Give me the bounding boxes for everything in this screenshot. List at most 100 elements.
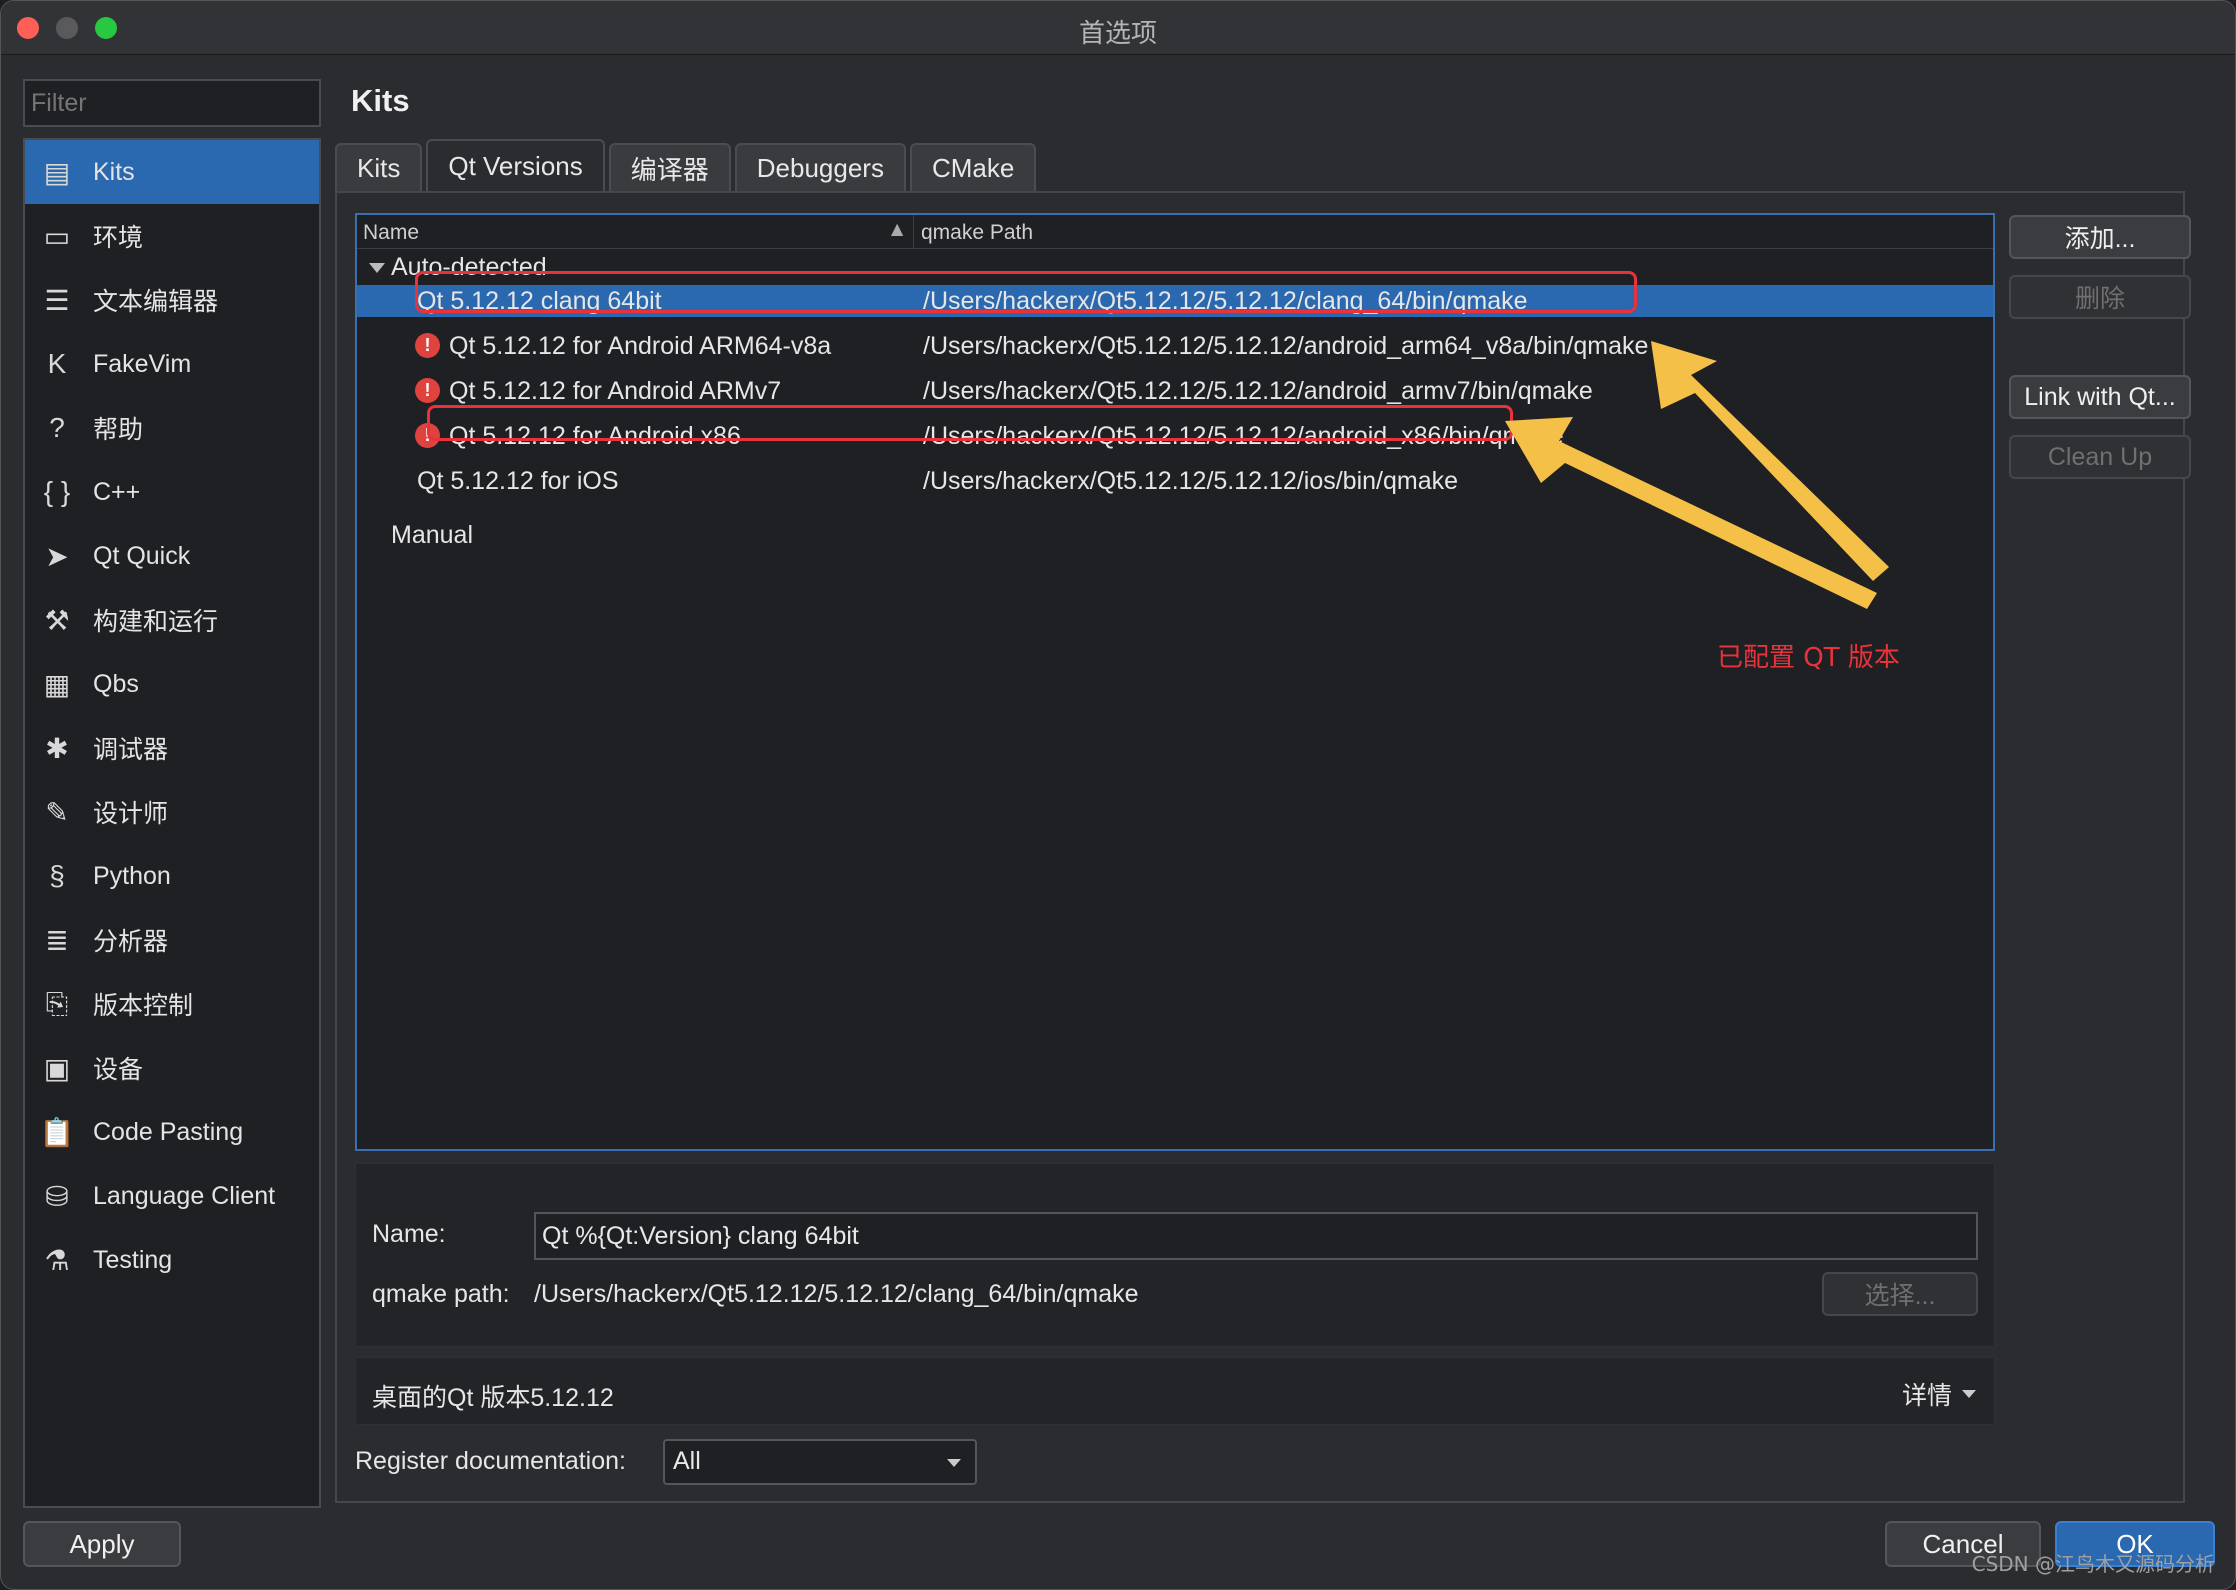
monitor-icon: ▭ (43, 220, 71, 252)
qt-version-name: Qt 5.12.12 for iOS (417, 467, 619, 495)
text-editor-icon: ☰ (44, 284, 70, 316)
qt-version-name: Qt 5.12.12 clang 64bit (417, 287, 662, 315)
remove-button[interactable]: 删除 (2009, 275, 2191, 319)
version-summary: 桌面的Qt 版本5.12.12 详情 (355, 1357, 1995, 1425)
link-with-qt-button[interactable]: Link with Qt... (2009, 375, 2191, 419)
flask-icon: ⚗ (44, 1244, 70, 1276)
tab-qt-versions[interactable]: Qt Versions (426, 139, 605, 191)
tab-debuggers[interactable]: Debuggers (734, 143, 906, 191)
group-manual[interactable]: Manual (357, 519, 1993, 551)
paper-plane-icon: ➤ (45, 540, 69, 572)
sidebar-item-label: Qbs (93, 669, 139, 698)
register-documentation-value: All (673, 1447, 701, 1475)
column-header-name[interactable]: Name (363, 221, 419, 245)
preferences-window: 首选项 ▤ Kits ▭ 环境 ☰ 文本编辑器 K FakeVim? 帮助 { } C++ ➤ Qt Q… (0, 0, 2236, 1590)
qt-version-row[interactable]: Qt 5.12.12 for iOS/Users/hackerx/Qt5.12.… (357, 465, 1993, 497)
sidebar-item-fakevim[interactable]: K FakeVim (25, 332, 319, 396)
name-label: Name: (372, 1220, 446, 1248)
sidebar-item-c[interactable]: { } C++ (25, 460, 319, 524)
annotation-label: 已配置 QT 版本 (1717, 643, 1900, 673)
qt-version-row[interactable]: ! Qt 5.12.12 for Android ARM64-v8a/Users/… (357, 330, 1993, 362)
bug-icon: ✱ (45, 732, 69, 764)
group-auto-detected[interactable]: Auto-detected (357, 251, 1993, 283)
qt-version-qmake-path: /Users/hackerx/Qt5.12.12/5.12.12/clang_6… (923, 287, 1528, 315)
qt-version-name: Qt 5.12.12 for Android x86 (449, 422, 741, 450)
tab-bar: Kits Qt Versions 编译器 Debuggers CMake (335, 139, 1040, 193)
summary-text: 桌面的Qt 版本5.12.12 (372, 1384, 614, 1412)
help-icon: ? (49, 412, 65, 443)
sidebar-item-label: 文本编辑器 (93, 288, 219, 316)
dropdown-arrow-icon (947, 1459, 961, 1467)
sidebar-item-[interactable]: ▭ 环境 (25, 204, 319, 268)
sidebar-item-[interactable]: ? 帮助 (25, 396, 319, 460)
page-title: Kits (351, 83, 410, 118)
language-client-icon: ⛁ (45, 1180, 69, 1212)
sidebar-item-qt-quick[interactable]: ➤ Qt Quick (25, 524, 319, 588)
sidebar-item-[interactable]: ⎘ 版本控制 (25, 972, 319, 1036)
analyzer-icon: ≣ (45, 924, 69, 956)
sidebar-item-label: 设计师 (93, 800, 169, 828)
warning-icon: ! (415, 378, 440, 403)
version-name-input[interactable] (534, 1212, 1978, 1260)
kits-icon: ▤ (43, 156, 71, 188)
details-toggle[interactable]: 详情 (1902, 1376, 1976, 1412)
qt-version-row[interactable]: ! Qt 5.12.12 for Android ARMv7/Users/hack… (357, 375, 1993, 407)
details-panel: Name: qmake path: /Users/hackerx/Qt5.12.… (355, 1163, 1995, 1347)
apply-button[interactable]: Apply (23, 1521, 181, 1567)
sidebar-item-[interactable]: ≣ 分析器 (25, 908, 319, 972)
clipboard-icon: 📋 (39, 1116, 75, 1148)
sidebar-item-label: Testing (93, 1245, 173, 1274)
add-button[interactable]: 添加... (2009, 215, 2191, 259)
sidebar-item-label: Language Client (93, 1181, 276, 1210)
sidebar-item-python[interactable]: § Python (25, 844, 319, 908)
sidebar-item-[interactable]: ⚒ 构建和运行 (25, 588, 319, 652)
sidebar-item-kits[interactable]: ▤ Kits (25, 140, 319, 204)
device-icon: ▣ (43, 1052, 71, 1084)
pencil-icon: ✎ (45, 796, 69, 828)
column-divider[interactable] (913, 215, 914, 249)
chevron-down-icon (1962, 1390, 1976, 1398)
sidebar-item-qbs[interactable]: ▦ Qbs (25, 652, 319, 716)
sidebar-item-label: Qt Quick (93, 541, 191, 570)
sidebar-item-testing[interactable]: ⚗ Testing (25, 1228, 319, 1292)
fakevim-icon: K (47, 348, 67, 379)
column-header-path[interactable]: qmake Path (921, 221, 1033, 245)
tree-header: Name ▲ qmake Path (357, 215, 1993, 249)
qt-version-qmake-path: /Users/hackerx/Qt5.12.12/5.12.12/ios/bin… (923, 467, 1459, 495)
sidebar-item-language-client[interactable]: ⛁ Language Client (25, 1164, 319, 1228)
qt-version-qmake-path: /Users/hackerx/Qt5.12.12/5.12.12/android… (923, 377, 1593, 405)
tab-kits[interactable]: Kits (335, 143, 423, 191)
grid-icon: ▦ (43, 668, 71, 700)
tab-cmake[interactable]: CMake (909, 143, 1037, 191)
sidebar-item-[interactable]: ☰ 文本编辑器 (25, 268, 319, 332)
qt-version-name: Qt 5.12.12 for Android ARMv7 (449, 377, 782, 405)
watermark: CSDN @江鸟木又源码分析 (1971, 1552, 2215, 1576)
sidebar-item-label: 帮助 (93, 416, 144, 444)
sidebar-item-[interactable]: ✱ 调试器 (25, 716, 319, 780)
filter-input[interactable] (23, 79, 321, 127)
sidebar-item-label: 环境 (93, 224, 144, 252)
sidebar-item-label: 分析器 (93, 928, 169, 956)
tab-[interactable]: 编译器 (608, 143, 731, 191)
qmake-path-value: /Users/hackerx/Qt5.12.12/5.12.12/clang_6… (534, 1280, 1139, 1308)
qt-version-qmake-path: /Users/hackerx/Qt5.12.12/5.12.12/android… (923, 332, 1649, 360)
window-title: 首选项 (1078, 19, 1157, 49)
sidebar-item-[interactable]: ✎ 设计师 (25, 780, 319, 844)
python-icon: § (49, 860, 65, 891)
sidebar-item-[interactable]: ▣ 设备 (25, 1036, 319, 1100)
warning-icon: ! (415, 333, 440, 358)
qt-version-row[interactable]: ! Qt 5.12.12 for Android x86/Users/hacker… (357, 420, 1993, 452)
qt-version-row[interactable]: Qt 5.12.12 clang 64bit/Users/hackerx/Qt5… (357, 285, 1993, 317)
clean-up-button[interactable]: Clean Up (2009, 435, 2191, 479)
register-documentation-select[interactable]: All (663, 1439, 977, 1485)
choose-button[interactable]: 选择... (1822, 1272, 1978, 1316)
expand-arrow-icon[interactable] (369, 263, 385, 273)
title-bar: 首选项 (1, 1, 2235, 55)
sidebar-item-code-pasting[interactable]: 📋 Code Pasting (25, 1100, 319, 1164)
sort-ascending-icon: ▲ (891, 219, 904, 238)
sidebar-item-label: FakeVim (93, 349, 192, 378)
sidebar-item-label: Python (93, 861, 171, 890)
qt-versions-tree[interactable]: Name ▲ qmake Path Auto-detected Manual Q… (355, 213, 1995, 1151)
sidebar-item-label: 版本控制 (93, 992, 194, 1020)
sidebar-item-label: Code Pasting (93, 1117, 244, 1146)
